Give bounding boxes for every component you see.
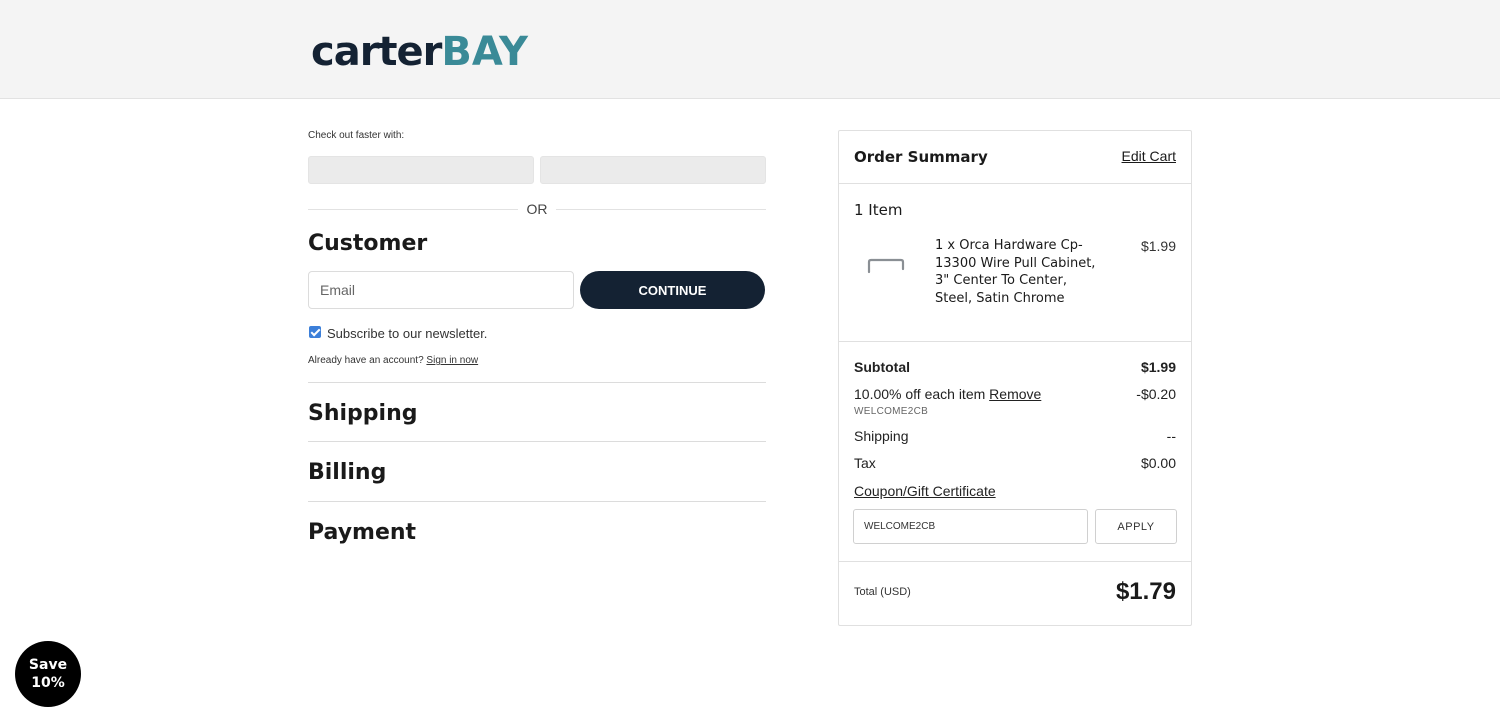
save-discount-badge[interactable]: Save 10%	[15, 641, 81, 707]
section-divider	[308, 382, 766, 383]
badge-line-2: 10%	[31, 675, 65, 691]
account-prompt: Already have an account? Sign in now	[308, 355, 478, 366]
edit-cart-link[interactable]: Edit Cart	[1122, 148, 1176, 164]
shipping-heading[interactable]: Shipping	[308, 401, 418, 426]
carterbay-logo[interactable]: carterBAY	[311, 28, 528, 76]
discount-label: 10.00% off each item	[854, 386, 986, 402]
item-price: $1.99	[1140, 238, 1176, 254]
summary-divider	[839, 341, 1191, 342]
discount-value: -$0.20	[1136, 386, 1176, 402]
apply-coupon-button[interactable]: APPLY	[1095, 509, 1177, 544]
customer-heading: Customer	[308, 231, 428, 256]
coupon-toggle-link[interactable]: Coupon/Gift Certificate	[854, 483, 996, 499]
tax-value: $0.00	[1140, 455, 1176, 471]
product-thumbnail	[867, 258, 905, 274]
item-name: 1 x Orca Hardware Cp-13300 Wire Pull Cab…	[935, 238, 1096, 306]
newsletter-label: Subscribe to our newsletter.	[327, 326, 488, 341]
discount-row: 10.00% off each item Remove	[854, 386, 1041, 402]
checkout-faster-label: Check out faster with:	[308, 130, 405, 141]
items-count: 1 Item	[854, 201, 903, 219]
shipping-label: Shipping	[854, 428, 909, 444]
payment-heading[interactable]: Payment	[308, 520, 416, 545]
express-pay-button-1[interactable]	[308, 156, 534, 184]
tax-label: Tax	[854, 455, 876, 471]
section-divider	[308, 441, 766, 442]
site-header: carterBAY	[0, 0, 1500, 99]
order-summary: Order Summary Edit Cart 1 Item 1 x Orca …	[838, 130, 1192, 626]
account-prompt-text: Already have an account?	[308, 355, 424, 366]
or-label: OR	[518, 200, 556, 218]
subtotal-label: Subtotal	[854, 359, 910, 375]
coupon-input[interactable]	[853, 509, 1088, 544]
logo-text-carter: carter	[311, 29, 442, 75]
summary-divider	[839, 183, 1191, 184]
remove-discount-link[interactable]: Remove	[989, 386, 1041, 402]
section-divider	[308, 501, 766, 502]
subtotal-value: $1.99	[1140, 359, 1176, 375]
email-field[interactable]	[308, 271, 574, 309]
sign-in-link[interactable]: Sign in now	[426, 355, 478, 366]
shipping-value: --	[1166, 428, 1176, 444]
total-value: $1.79	[1115, 578, 1176, 605]
logo-text-bay: BAY	[441, 29, 528, 75]
order-summary-title: Order Summary	[854, 148, 988, 166]
total-label: Total (USD)	[854, 586, 911, 598]
billing-heading[interactable]: Billing	[308, 460, 386, 485]
summary-divider	[839, 561, 1191, 562]
discount-code: WELCOME2CB	[854, 406, 929, 417]
continue-button[interactable]: CONTINUE	[580, 271, 765, 309]
badge-line-1: Save	[28, 657, 68, 673]
express-pay-button-2[interactable]	[540, 156, 766, 184]
newsletter-checkbox[interactable]	[309, 326, 321, 338]
